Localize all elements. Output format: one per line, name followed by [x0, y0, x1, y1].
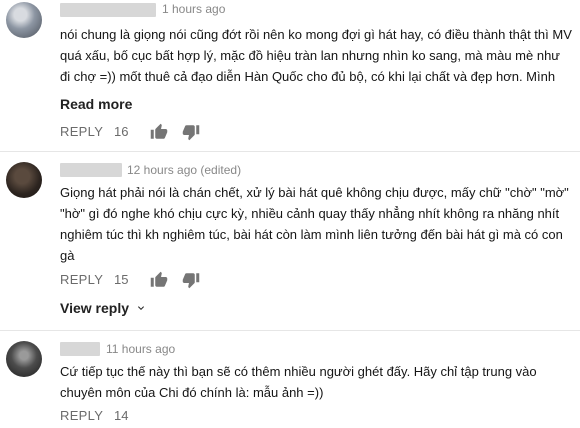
comment-actions: REPLY 14 [60, 408, 260, 428]
reply-button[interactable]: REPLY [60, 272, 103, 287]
avatar[interactable] [6, 341, 42, 377]
comment-text: Giọng hát phải nói là chán chết, xử lý b… [60, 185, 569, 263]
thumbs-up-icon[interactable] [150, 123, 168, 141]
comment-actions: REPLY 15 [60, 271, 260, 292]
avatar[interactable] [6, 162, 42, 198]
thumbs-down-icon[interactable] [182, 271, 200, 289]
chevron-down-icon [135, 301, 147, 317]
comment-timestamp[interactable]: 11 hours ago [106, 342, 175, 356]
comment-timestamp[interactable]: 1 hours ago [162, 2, 225, 16]
comment-actions: REPLY 16 [60, 123, 260, 144]
comment-timestamp[interactable]: 12 hours ago (edited) [127, 163, 241, 177]
comment-divider [0, 330, 580, 331]
author-name-redacted[interactable] [60, 163, 122, 177]
comment-text: nói chung là giọng nói cũng đớt rồi nên … [60, 27, 572, 84]
reply-button[interactable]: REPLY [60, 124, 103, 139]
thumbs-up-icon[interactable] [150, 271, 168, 289]
avatar[interactable] [6, 2, 42, 38]
author-name-redacted[interactable] [60, 342, 100, 356]
like-count: 15 [114, 272, 129, 287]
view-reply-label: View reply [60, 300, 130, 316]
read-more-link[interactable]: Read more [60, 96, 132, 112]
comment-divider [0, 151, 580, 152]
comment-text: Cứ tiếp tục thế này thì bạn sẽ có thêm n… [60, 364, 537, 400]
author-name-redacted[interactable] [60, 3, 156, 17]
thumbs-down-icon[interactable] [182, 123, 200, 141]
like-count: 16 [114, 124, 129, 139]
view-reply-button[interactable]: View reply [60, 300, 147, 317]
